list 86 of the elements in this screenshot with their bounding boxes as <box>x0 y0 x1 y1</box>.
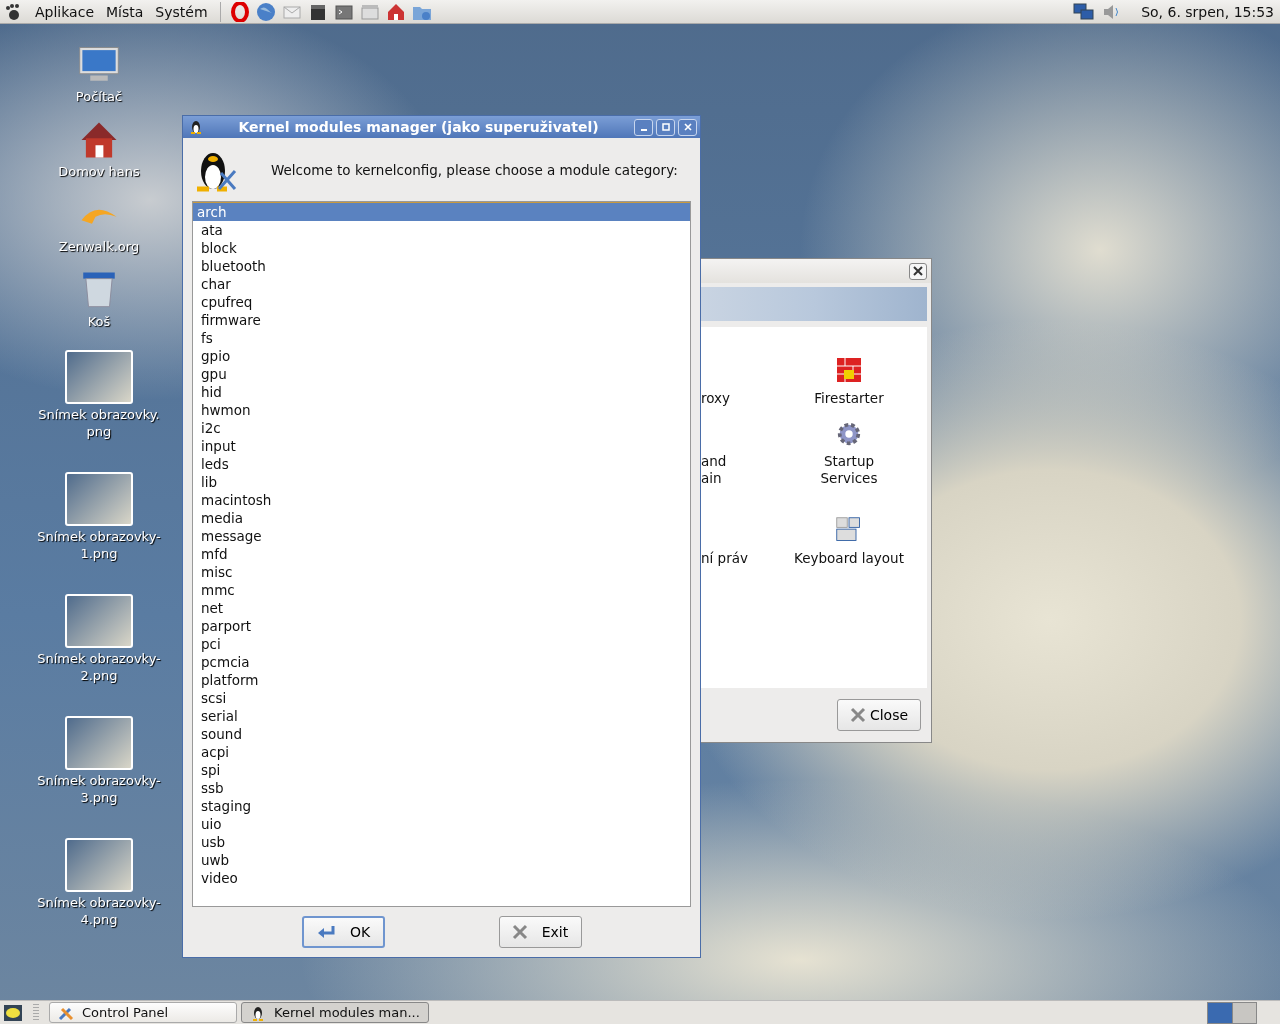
screenshot-thumbnail[interactable] <box>65 472 133 526</box>
minimize-icon <box>640 129 647 131</box>
module-list-item[interactable]: i2c <box>193 419 690 437</box>
module-list-item[interactable]: gpu <box>193 365 690 383</box>
module-list-item[interactable]: char <box>193 275 690 293</box>
clock[interactable]: So, 6. srpen, 15:53 <box>1141 3 1276 20</box>
module-list-item[interactable]: hwmon <box>193 401 690 419</box>
module-list-item[interactable]: mmc <box>193 581 690 599</box>
globe-icon[interactable] <box>255 1 276 22</box>
module-list-item[interactable]: pci <box>193 635 690 653</box>
penguin-icon <box>250 1004 266 1021</box>
close-icon[interactable] <box>909 262 927 280</box>
module-list-item[interactable]: firmware <box>193 311 690 329</box>
module-list-item[interactable]: macintosh <box>193 491 690 509</box>
taskbar-button[interactable]: Kernel modules man... <box>241 1002 429 1023</box>
desktop-icon-label[interactable]: Snímek obrazovky- 2.png <box>37 650 161 684</box>
control-panel-item-label[interactable]: Startup Services <box>820 453 878 487</box>
brick-wall-lock-icon[interactable] <box>835 356 863 384</box>
module-list-item[interactable]: net <box>193 599 690 617</box>
module-list-item[interactable]: video <box>193 869 690 887</box>
gear-icon[interactable] <box>835 421 863 447</box>
close-button[interactable] <box>678 118 697 136</box>
taskbar-button[interactable]: Control Panel <box>49 1002 237 1023</box>
module-list-item[interactable]: platform <box>193 671 690 689</box>
close-icon <box>511 924 528 940</box>
desktop-icon-label[interactable]: Snímek obrazovky- 1.png <box>37 528 161 562</box>
control-panel-item-label[interactable]: Keyboard layout <box>794 550 904 567</box>
close-icon <box>849 707 866 723</box>
module-list-item[interactable]: block <box>193 239 690 257</box>
screenshot-thumbnail[interactable] <box>65 838 133 892</box>
menu-item[interactable]: Aplikace <box>30 3 99 20</box>
foot-icon <box>4 2 22 21</box>
module-list-item[interactable]: uwb <box>193 851 690 869</box>
ok-button[interactable]: OK <box>301 916 385 948</box>
maximize-button[interactable] <box>656 118 675 136</box>
module-list-item[interactable]: leds <box>193 455 690 473</box>
module-list-item[interactable]: mfd <box>193 545 690 563</box>
module-list-item[interactable]: fs <box>193 329 690 347</box>
close-button[interactable]: Close <box>837 699 921 731</box>
module-list-item[interactable]: spi <box>193 761 690 779</box>
module-list-item[interactable]: cpufreq <box>193 293 690 311</box>
module-list-item[interactable]: acpi <box>193 743 690 761</box>
module-list-item[interactable]: sound <box>193 725 690 743</box>
module-list-item[interactable]: uio <box>193 815 690 833</box>
module-list-item[interactable]: pcmcia <box>193 653 690 671</box>
module-list-item[interactable]: hid <box>193 383 690 401</box>
module-list-item[interactable]: message <box>193 527 690 545</box>
screenshot-thumbnail[interactable] <box>65 716 133 770</box>
module-list-item[interactable]: lib <box>193 473 690 491</box>
desktop-icon-label[interactable]: Snímek obrazovky- 3.png <box>37 772 161 806</box>
module-list-item[interactable]: staging <box>193 797 690 815</box>
workspace-switcher[interactable] <box>1207 1001 1257 1024</box>
desktop-icon-label[interactable]: Snímek obrazovky- 4.png <box>37 894 161 928</box>
control-panel-item-label[interactable]: ní práv <box>701 550 748 567</box>
menu-item[interactable]: Místa <box>101 3 149 20</box>
module-list-item[interactable]: parport <box>193 617 690 635</box>
module-list-item[interactable]: gpio <box>193 347 690 365</box>
show-desktop-icon[interactable] <box>3 1002 23 1023</box>
close-icon <box>682 122 693 132</box>
module-list-item[interactable]: serial <box>193 707 690 725</box>
module-list-item[interactable]: media <box>193 509 690 527</box>
control-panel-item-label[interactable]: roxy <box>701 390 731 407</box>
penguin-icon <box>189 120 203 134</box>
module-list-item[interactable]: ssb <box>193 779 690 797</box>
network-icon[interactable] <box>1073 1 1096 22</box>
control-panel-item-label[interactable]: and ain <box>701 453 727 487</box>
module-list-item[interactable]: misc <box>193 563 690 581</box>
home-icon[interactable] <box>385 1 406 22</box>
opera-icon[interactable] <box>229 1 250 22</box>
desktop-icon-label[interactable]: Snímek obrazovky. png <box>38 406 160 440</box>
keyboard-keys-icon[interactable] <box>835 516 863 544</box>
module-list-item[interactable]: bluetooth <box>193 257 690 275</box>
window-title: Kernel modules manager (jako superuživatel) <box>237 119 600 135</box>
menu-item[interactable]: Systém <box>150 3 213 20</box>
module-list-item[interactable]: arch <box>193 202 690 221</box>
screenshot-thumbnail[interactable] <box>65 350 133 404</box>
maximize-icon <box>660 122 671 132</box>
module-list-item[interactable]: scsi <box>193 689 690 707</box>
welcome-message: Welcome to kernelconfig, please choose a module category: <box>271 161 678 178</box>
exit-button[interactable]: Exit <box>498 916 582 948</box>
control-panel-item-label[interactable]: Firestarter <box>814 390 884 407</box>
screenshot-thumbnail[interactable] <box>65 594 133 648</box>
minimize-button[interactable] <box>634 118 653 136</box>
module-list-item[interactable]: usb <box>193 833 690 851</box>
module-list-item[interactable]: ata <box>193 221 690 239</box>
module-list-item[interactable]: input <box>193 437 690 455</box>
